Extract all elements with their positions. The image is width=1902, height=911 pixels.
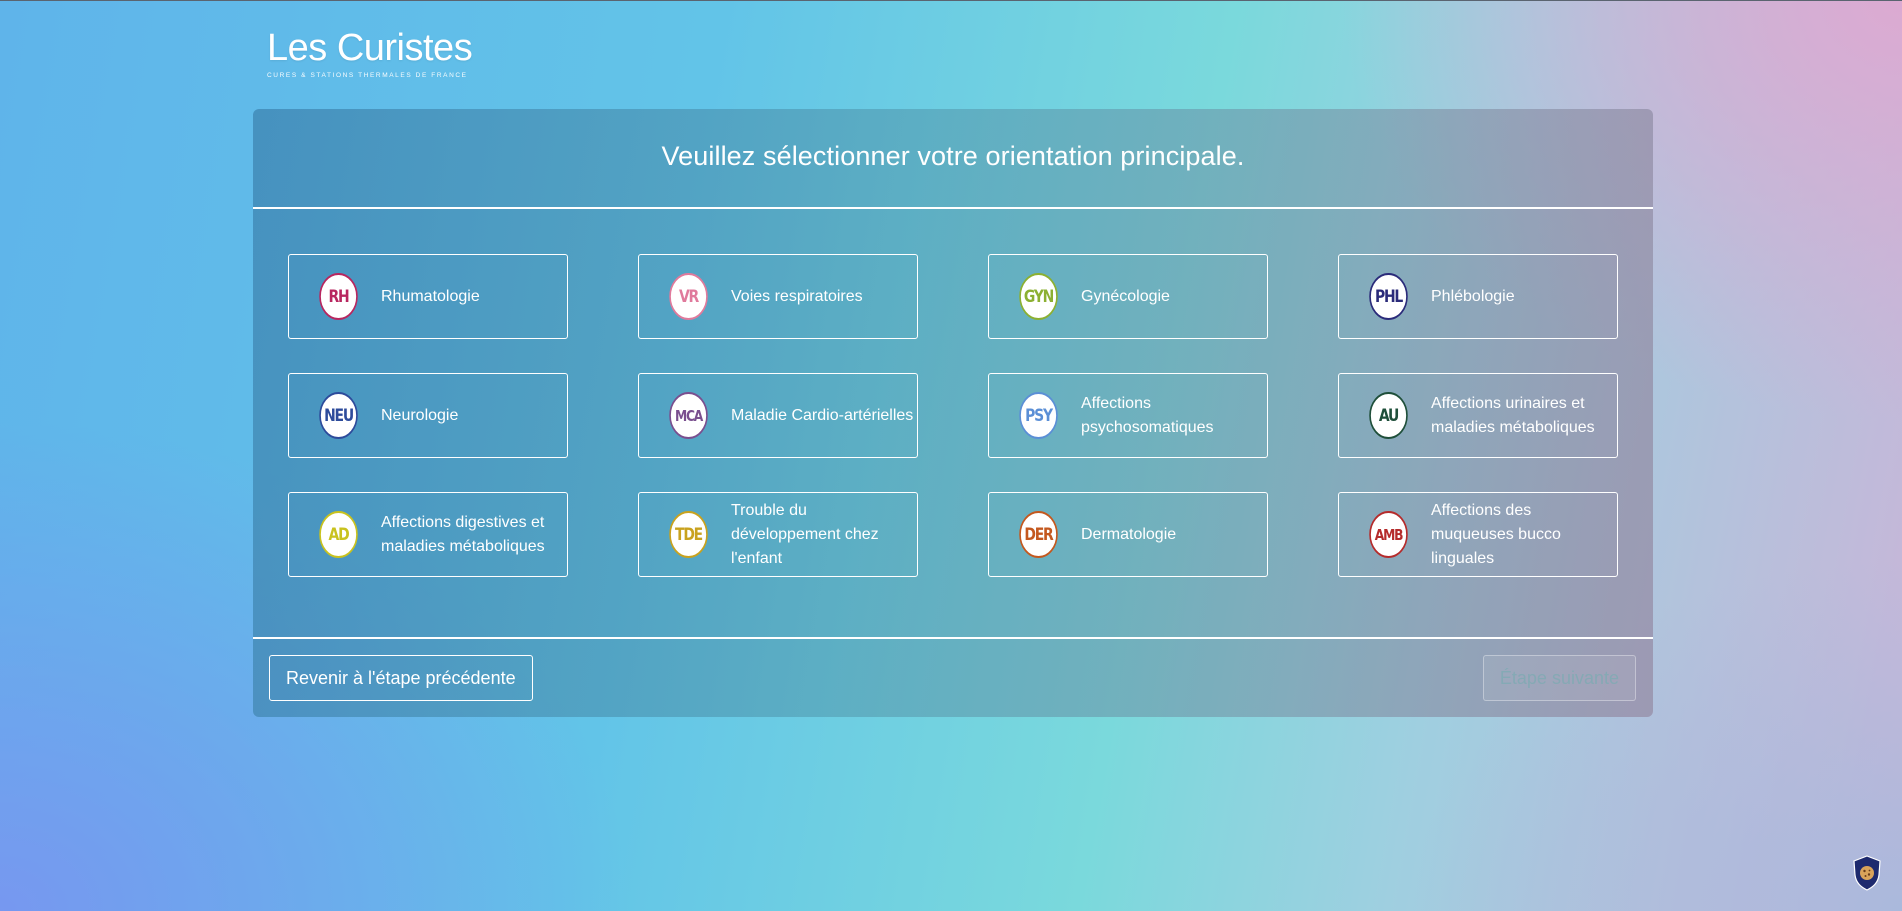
orientation-label: Voies respiratoires — [731, 287, 863, 305]
divider — [253, 207, 1653, 209]
mca-badge-icon: MCA — [669, 392, 708, 439]
orientation-label: Affections digestives et maladies métabo… — [381, 513, 545, 555]
orientation-card-phl[interactable]: PHL Phlébologie — [1338, 254, 1618, 339]
vr-badge-icon: VR — [669, 273, 708, 320]
orientation-card-ad[interactable]: AD Affections digestives et maladies mét… — [288, 492, 568, 577]
gyn-badge-icon: GYN — [1019, 273, 1058, 320]
page-title: Veuillez sélectionner votre orientation … — [661, 141, 1245, 171]
orientation-label: Neurologie — [381, 406, 459, 424]
orientation-label: Dermatologie — [1081, 525, 1177, 543]
orientation-label: Affections des muqueuses bucco linguales — [1431, 501, 1561, 567]
orientation-label: Phlébologie — [1431, 287, 1515, 305]
divider — [253, 637, 1653, 639]
orientation-card-der[interactable]: DER Dermatologie — [988, 492, 1268, 577]
neu-badge-icon: NEU — [319, 392, 358, 439]
orientation-card-gyn[interactable]: GYN Gynécologie — [988, 254, 1268, 339]
orientation-label: Affections urinaires et maladies métabol… — [1431, 394, 1595, 436]
der-badge-icon: DER — [1019, 511, 1058, 558]
top-border — [0, 0, 1902, 1]
orientation-card-amb[interactable]: AMB Affections des muqueuses bucco lingu… — [1338, 492, 1618, 577]
orientation-card-au[interactable]: AU Affections urinaires et maladies méta… — [1338, 373, 1618, 458]
psy-badge-icon: PSY — [1019, 392, 1058, 439]
orientation-card-psy[interactable]: PSY Affections psychosomatiques — [988, 373, 1268, 458]
orientation-card-rh[interactable]: RH Rhumatologie — [288, 254, 568, 339]
logo-tagline: CURES & STATIONS THERMALES DE FRANCE — [267, 72, 468, 79]
logo[interactable]: Les Curistes CURES & STATIONS THERMALES … — [267, 27, 473, 79]
orientation-card-vr[interactable]: VR Voies respiratoires — [638, 254, 918, 339]
orientation-panel: Veuillez sélectionner votre orientation … — [253, 109, 1653, 717]
logo-title: Les Curistes — [267, 27, 473, 69]
rh-badge-icon: RH — [319, 273, 358, 320]
tde-badge-icon: TDE — [669, 511, 708, 558]
au-badge-icon: AU — [1369, 392, 1408, 439]
phl-badge-icon: PHL — [1369, 273, 1408, 320]
orientation-label: Maladie Cardio-artérielles — [731, 406, 914, 424]
orientation-grid: RH Rhumatologie VR Voies respiratoires G… — [288, 254, 1618, 577]
orientation-label: Trouble du développement chez l'enfant — [731, 501, 879, 567]
orientation-card-mca[interactable]: MCA Maladie Cardio-artérielles — [638, 373, 918, 458]
orientation-label: Affections psychosomatiques — [1081, 394, 1214, 436]
next-step-button: Étape suivante — [1482, 655, 1636, 701]
orientation-card-tde[interactable]: TDE Trouble du développement chez l'enfa… — [638, 492, 918, 577]
amb-badge-icon: AMB — [1369, 511, 1408, 558]
orientation-card-neu[interactable]: NEU Neurologie — [288, 373, 568, 458]
orientation-label: Gynécologie — [1081, 287, 1170, 305]
orientation-label: Rhumatologie — [381, 287, 480, 305]
ad-badge-icon: AD — [319, 511, 358, 558]
previous-step-button[interactable]: Revenir à l'étape précédente — [269, 655, 533, 701]
cookie-shield-icon[interactable] — [1852, 855, 1882, 891]
